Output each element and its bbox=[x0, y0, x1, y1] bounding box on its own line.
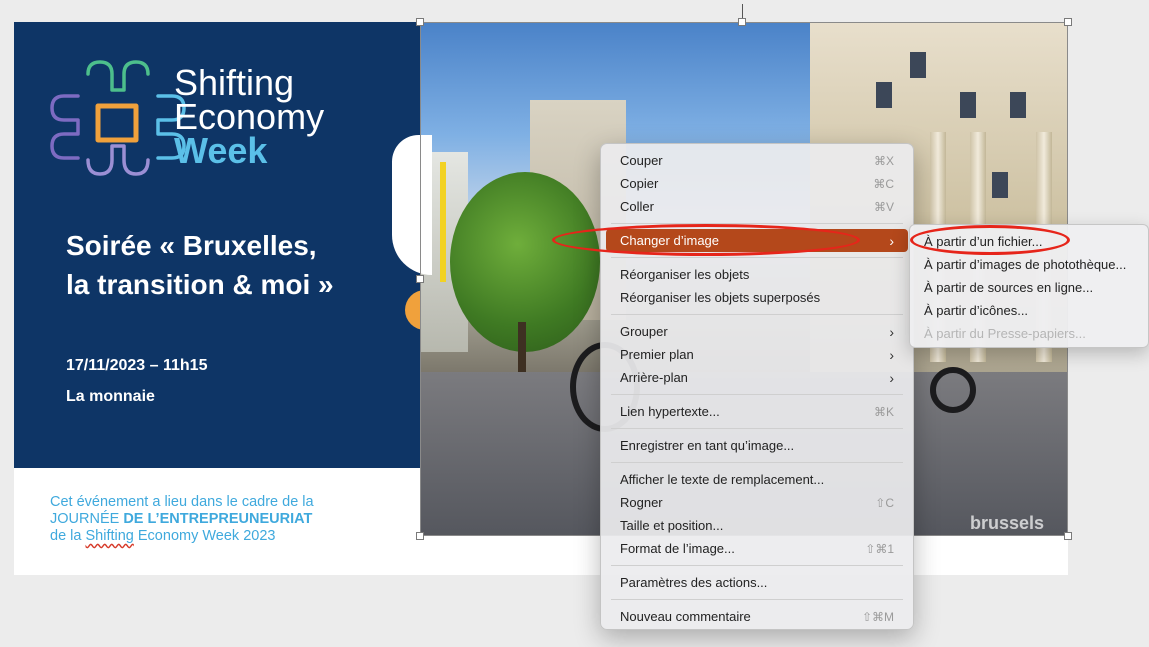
logo-word-economy: Economy bbox=[174, 96, 325, 137]
menu-separator bbox=[611, 565, 903, 566]
event-date: 17/11/2023 – 11h15 bbox=[66, 357, 208, 374]
shortcut-label: ⇧C bbox=[875, 495, 894, 510]
menu-label: Paramètres des actions... bbox=[620, 575, 768, 590]
resize-handle-top-left[interactable] bbox=[416, 18, 424, 26]
menu-item-save-as-image[interactable]: Enregistrer en tant qu’image... bbox=[606, 434, 908, 457]
menu-separator bbox=[611, 223, 903, 224]
menu-item-change-image[interactable]: Changer d’image › bbox=[606, 229, 908, 252]
chevron-right-icon: › bbox=[889, 232, 894, 249]
footer-line3-c: Economy Week 2023 bbox=[133, 528, 276, 544]
menu-separator bbox=[611, 599, 903, 600]
resize-handle-left[interactable] bbox=[416, 275, 424, 283]
photo-window bbox=[992, 172, 1008, 198]
menu-separator bbox=[611, 462, 903, 463]
event-title: Soirée « Bruxelles, la transition & moi … bbox=[66, 226, 406, 304]
menu-label: Rogner bbox=[620, 495, 663, 510]
resize-handle-bottom-right[interactable] bbox=[1064, 532, 1072, 540]
menu-item-paste[interactable]: Coller ⌘V bbox=[606, 195, 908, 218]
footer-line3-a: de la bbox=[50, 528, 86, 544]
menu-item-crop[interactable]: Rogner ⇧C bbox=[606, 491, 908, 514]
chevron-right-icon: › bbox=[889, 346, 894, 363]
menu-item-action-settings[interactable]: Paramètres des actions... bbox=[606, 571, 908, 594]
footer-line2-a: JOURNÉE bbox=[50, 511, 124, 527]
photo-window bbox=[876, 82, 892, 108]
menu-label: Enregistrer en tant qu’image... bbox=[620, 438, 795, 453]
event-title-line2: la transition & moi » bbox=[66, 269, 334, 300]
menu-item-format-image[interactable]: Format de l’image... ⇧⌘1 bbox=[606, 537, 908, 560]
shortcut-label: ⌘X bbox=[873, 153, 894, 168]
chevron-right-icon: › bbox=[889, 369, 894, 386]
logo-word-shifting: Shifting bbox=[174, 62, 295, 103]
menu-item-reorganize-overlap[interactable]: Réorganiser les objets superposés bbox=[606, 286, 908, 309]
shortcut-label: ⌘V bbox=[873, 199, 894, 214]
menu-item-reorganize[interactable]: Réorganiser les objets bbox=[606, 263, 908, 286]
shortcut-label: ⇧⌘1 bbox=[865, 541, 894, 556]
photo-watermark: brussels bbox=[969, 513, 1044, 533]
logo-wordmark: Shifting Economy Week bbox=[174, 62, 325, 171]
event-footer-text: Cet événement a lieu dans le cadre de la… bbox=[50, 494, 380, 545]
submenu-item-from-clipboard: À partir du Presse-papiers... bbox=[924, 326, 1086, 341]
event-title-line1: Soirée « Bruxelles, bbox=[66, 230, 317, 261]
submenu-item-from-online-sources[interactable]: À partir de sources en ligne... bbox=[910, 276, 1148, 299]
menu-item-new-comment[interactable]: Nouveau commentaire ⇧⌘M bbox=[606, 605, 908, 628]
submenu-item-from-file[interactable]: À partir d’un fichier... bbox=[910, 230, 1148, 253]
menu-item-group[interactable]: Grouper › bbox=[606, 320, 908, 343]
photo-window bbox=[960, 92, 976, 118]
shortcut-label: ⌘K bbox=[873, 404, 894, 419]
footer-line3: de la Shifting Economy Week 2023 bbox=[50, 528, 380, 545]
menu-separator bbox=[611, 394, 903, 395]
menu-separator bbox=[611, 428, 903, 429]
menu-item-send-back[interactable]: Arrière-plan › bbox=[606, 366, 908, 389]
white-decoration bbox=[392, 135, 432, 275]
menu-label: Taille et position... bbox=[620, 518, 724, 533]
rotation-handle-line bbox=[742, 4, 743, 18]
menu-item-alt-text[interactable]: Afficher le texte de remplacement... bbox=[606, 468, 908, 491]
hashtag-puzzle-logo-icon bbox=[50, 60, 186, 176]
menu-item-cut[interactable]: Couper ⌘X bbox=[606, 149, 908, 172]
menu-label: Coller bbox=[620, 199, 654, 214]
menu-item-hyperlink[interactable]: Lien hypertexte... ⌘K bbox=[606, 400, 908, 423]
menu-item-copy[interactable]: Copier ⌘C bbox=[606, 172, 908, 195]
photo-window bbox=[910, 52, 926, 78]
menu-label: Nouveau commentaire bbox=[620, 609, 751, 624]
event-place: La monnaie bbox=[66, 388, 155, 405]
menu-label: Grouper bbox=[620, 324, 668, 339]
menu-label: Lien hypertexte... bbox=[620, 404, 720, 419]
menu-item-size-position[interactable]: Taille et position... bbox=[606, 514, 908, 537]
shortcut-label: ⇧⌘M bbox=[861, 609, 894, 624]
menu-label: Réorganiser les objets superposés bbox=[620, 290, 821, 305]
menu-item-bring-front[interactable]: Premier plan › bbox=[606, 343, 908, 366]
footer-line2: JOURNÉE DE L’ENTREPREUNEURIAT bbox=[50, 511, 380, 528]
resize-handle-top[interactable] bbox=[738, 18, 746, 26]
menu-label: Changer d’image bbox=[620, 233, 720, 248]
photo-scooter-wheel bbox=[930, 367, 976, 413]
shortcut-label: ⌘C bbox=[873, 176, 894, 191]
menu-label: Afficher le texte de remplacement... bbox=[620, 472, 825, 487]
menu-label: Réorganiser les objets bbox=[620, 267, 750, 282]
submenu-item-from-icons[interactable]: À partir d’icônes... bbox=[910, 299, 1148, 322]
logo-word-week: Week bbox=[174, 130, 268, 171]
chevron-right-icon: › bbox=[889, 323, 894, 340]
photo-window bbox=[1010, 92, 1026, 118]
resize-handle-top-right[interactable] bbox=[1064, 18, 1072, 26]
menu-label: Arrière-plan bbox=[620, 370, 688, 385]
menu-label: Format de l’image... bbox=[620, 541, 735, 556]
submenu-item-from-stock-images[interactable]: À partir d’images de photothèque... bbox=[910, 253, 1148, 276]
resize-handle-bottom-left[interactable] bbox=[416, 532, 424, 540]
change-image-submenu: À partir d’un fichier... À partir d’imag… bbox=[909, 224, 1149, 348]
menu-separator bbox=[611, 257, 903, 258]
footer-line3-b: Shifting bbox=[85, 528, 134, 544]
footer-line1: Cet événement a lieu dans le cadre de la bbox=[50, 494, 314, 510]
menu-label: Premier plan bbox=[620, 347, 694, 362]
footer-line2-b: DE L’ENTREPREUNEURIAT bbox=[123, 511, 313, 527]
menu-label: Copier bbox=[620, 176, 659, 191]
menu-separator bbox=[611, 314, 903, 315]
context-menu: Couper ⌘X Copier ⌘C Coller ⌘V Changer d’ima… bbox=[600, 143, 914, 630]
photo-yellow-sign bbox=[440, 162, 446, 282]
menu-label: Couper bbox=[620, 153, 663, 168]
